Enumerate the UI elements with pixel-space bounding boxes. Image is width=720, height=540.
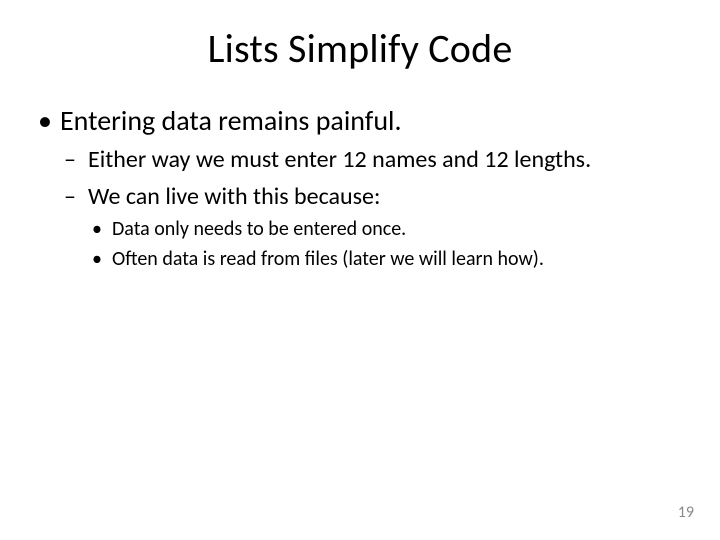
list-item: Either way we must enter 12 names and 12…	[60, 144, 688, 175]
bullet-list-lvl1: Entering data remains painful. Either wa…	[32, 103, 688, 272]
list-item: Entering data remains painful. Either wa…	[32, 103, 688, 272]
list-item-text: Often data is read from files (later we …	[112, 247, 544, 271]
page-number: 19	[678, 503, 694, 522]
list-item-text: Data only needs to be entered once.	[112, 217, 406, 241]
list-item: We can live with this because: Data only…	[60, 181, 688, 272]
list-item: Data only needs to be entered once.	[88, 216, 688, 242]
list-item-text: Either way we must enter 12 names and 12…	[88, 145, 591, 174]
list-item: Often data is read from files (later we …	[88, 246, 688, 272]
bullet-list-lvl3: Data only needs to be entered once. Ofte…	[88, 216, 688, 272]
list-item-text: Entering data remains painful.	[60, 103, 402, 138]
list-item-text: We can live with this because:	[88, 182, 380, 211]
bullet-list-lvl2: Either way we must enter 12 names and 12…	[60, 144, 688, 272]
slide-title: Lists Simplify Code	[32, 24, 688, 73]
slide: Lists Simplify Code Entering data remain…	[0, 0, 720, 540]
